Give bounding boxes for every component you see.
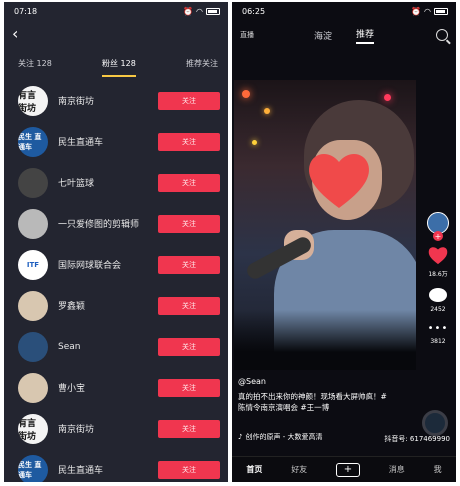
video-description: 真的拍不出来你的神颜！现场看大屏帅疯！#陈情令南京演唱会 #王一博 xyxy=(238,392,387,412)
list-item[interactable]: 民生 直通车 民生直通车 关注 xyxy=(4,449,228,482)
back-icon[interactable]: ‹ xyxy=(12,24,18,43)
comment-count: 2452 xyxy=(430,306,446,313)
avatar[interactable]: 民生 直通车 xyxy=(18,454,48,482)
user-name[interactable]: 南京街坊 xyxy=(48,422,158,435)
nav-home[interactable]: 首页 xyxy=(246,464,262,475)
music-note-icon: ♪ xyxy=(238,433,243,441)
stage-light xyxy=(252,140,257,145)
avatar-logo-text: 有言 街坊 xyxy=(18,418,37,442)
wifi-icon: ◠ xyxy=(424,6,431,16)
tab-followers[interactable]: 粉丝 128 xyxy=(102,58,136,77)
battery-icon xyxy=(206,7,220,15)
nav-messages[interactable]: 消息 xyxy=(389,464,405,475)
action-sidebar: + 18.6万 2452 ••• 3812 xyxy=(426,212,450,351)
avatar[interactable] xyxy=(18,372,48,403)
avatar[interactable] xyxy=(18,331,48,362)
search-icon[interactable] xyxy=(436,29,448,41)
stage-light xyxy=(264,108,270,114)
music-title: 创作的原声 - 大数爱高清 xyxy=(245,433,323,441)
avatar-logo-text: 有言 街坊 xyxy=(18,90,37,114)
user-name[interactable]: 南京街坊 xyxy=(48,94,158,107)
avatar-logo-text: 民生 直通车 xyxy=(18,132,42,151)
avatar[interactable]: 有言 街坊 xyxy=(18,413,48,444)
author-handle[interactable]: @Sean xyxy=(238,377,266,386)
live-tab[interactable]: 直播 xyxy=(240,30,300,40)
user-name[interactable]: 一只爱修图的剪辑师 xyxy=(48,217,158,230)
follow-plus-icon[interactable]: + xyxy=(433,231,443,241)
follow-button[interactable]: 关注 xyxy=(158,378,220,397)
avatar-logo-text: ITF xyxy=(26,260,40,269)
alarm-icon: ⏰ xyxy=(183,6,194,16)
list-item[interactable]: ITF 国际网球联合会 关注 xyxy=(4,244,228,285)
stage-light xyxy=(242,90,250,98)
avatar[interactable]: ITF xyxy=(18,249,48,280)
avatar[interactable] xyxy=(18,167,48,198)
tab-recommend[interactable]: 推荐 xyxy=(356,27,375,44)
wifi-icon: ◠ xyxy=(196,6,203,16)
user-name[interactable]: 罗鑫颖 xyxy=(48,299,158,312)
user-name[interactable]: 民生直通车 xyxy=(48,135,158,148)
crowd-silhouette xyxy=(234,310,416,370)
status-time: 07:18 xyxy=(14,6,38,16)
bottom-nav: 首页 好友 + 消息 我 xyxy=(232,456,456,482)
douyin-id: 抖音号: 617469990 xyxy=(384,435,450,443)
share-icon[interactable]: ••• xyxy=(428,323,449,334)
list-item[interactable]: 有言 街坊 南京街坊 关注 xyxy=(4,80,228,121)
status-icons: ⏰ ◠ xyxy=(183,7,220,16)
list-item[interactable]: 有言 街坊 南京街坊 关注 xyxy=(4,408,228,449)
user-name[interactable]: Sean xyxy=(48,342,158,352)
avatar[interactable] xyxy=(18,290,48,321)
user-name[interactable]: 民生直通车 xyxy=(48,463,158,476)
follow-button[interactable]: 关注 xyxy=(158,296,220,315)
follow-tabs: 关注 128 粉丝 128 推荐关注 xyxy=(4,58,228,77)
user-name[interactable]: 国际网球联合会 xyxy=(48,258,158,271)
user-name[interactable]: 七叶篮球 xyxy=(48,176,158,189)
music-disc-icon[interactable] xyxy=(422,410,448,436)
nav-me[interactable]: 我 xyxy=(434,464,442,475)
list-item[interactable]: Sean 关注 xyxy=(4,326,228,367)
followers-screen: 07:18 ⏰ ◠ ‹ 关注 128 粉丝 128 推荐关注 有言 街坊 南京街… xyxy=(4,2,228,482)
comment-icon[interactable] xyxy=(429,288,447,302)
music-info[interactable]: ♪ 创作的原声 - 大数爱高清 xyxy=(238,432,322,442)
avatar[interactable] xyxy=(18,208,48,239)
avatar[interactable]: 民生 直通车 xyxy=(18,126,48,157)
list-item[interactable]: 民生 直通车 民生直通车 关注 xyxy=(4,121,228,162)
follow-button[interactable]: 关注 xyxy=(158,255,220,274)
nav-friends[interactable]: 好友 xyxy=(291,464,307,475)
user-name[interactable]: 曹小宝 xyxy=(48,381,158,394)
create-button[interactable]: + xyxy=(335,462,360,477)
like-heart-icon[interactable] xyxy=(427,245,449,265)
avatar-logo-text: 民生 直通车 xyxy=(18,460,42,479)
video-feed-screen: 06:25 ⏰ ◠ 直播 海淀 推荐 + 18.6万 2452 ••• 3812… xyxy=(232,2,456,482)
avatar[interactable]: 有言 街坊 xyxy=(18,85,48,116)
follow-button[interactable]: 关注 xyxy=(158,419,220,438)
follow-button[interactable]: 关注 xyxy=(158,337,220,356)
status-icons: ⏰ ◠ xyxy=(411,7,448,16)
video-player[interactable] xyxy=(234,80,416,370)
tab-recommended[interactable]: 推荐关注 xyxy=(186,58,218,77)
tab-following[interactable]: 关注 128 xyxy=(18,58,52,77)
share-count: 3812 xyxy=(430,338,446,345)
follower-list: 有言 街坊 南京街坊 关注 民生 直通车 民生直通车 关注 七叶篮球 关注 一只… xyxy=(4,80,228,482)
tab-local[interactable]: 海淀 xyxy=(314,29,332,42)
list-item[interactable]: 曹小宝 关注 xyxy=(4,367,228,408)
list-item[interactable]: 罗鑫颖 关注 xyxy=(4,285,228,326)
follow-button[interactable]: 关注 xyxy=(158,173,220,192)
heart-sticker-icon xyxy=(309,153,369,208)
status-bar: 06:25 ⏰ ◠ xyxy=(232,2,456,20)
follow-button[interactable]: 关注 xyxy=(158,132,220,151)
status-bar: 07:18 ⏰ ◠ xyxy=(4,2,228,20)
follow-button[interactable]: 关注 xyxy=(158,460,220,479)
follow-button[interactable]: 关注 xyxy=(158,91,220,110)
battery-icon xyxy=(434,7,448,15)
follow-button[interactable]: 关注 xyxy=(158,214,220,233)
list-item[interactable]: 一只爱修图的剪辑师 关注 xyxy=(4,203,228,244)
top-nav: 直播 海淀 推荐 xyxy=(232,24,456,46)
stage-light xyxy=(384,94,391,101)
alarm-icon: ⏰ xyxy=(411,6,422,16)
list-item[interactable]: 七叶篮球 关注 xyxy=(4,162,228,203)
like-count: 18.6万 xyxy=(428,271,448,278)
status-time: 06:25 xyxy=(242,6,266,16)
